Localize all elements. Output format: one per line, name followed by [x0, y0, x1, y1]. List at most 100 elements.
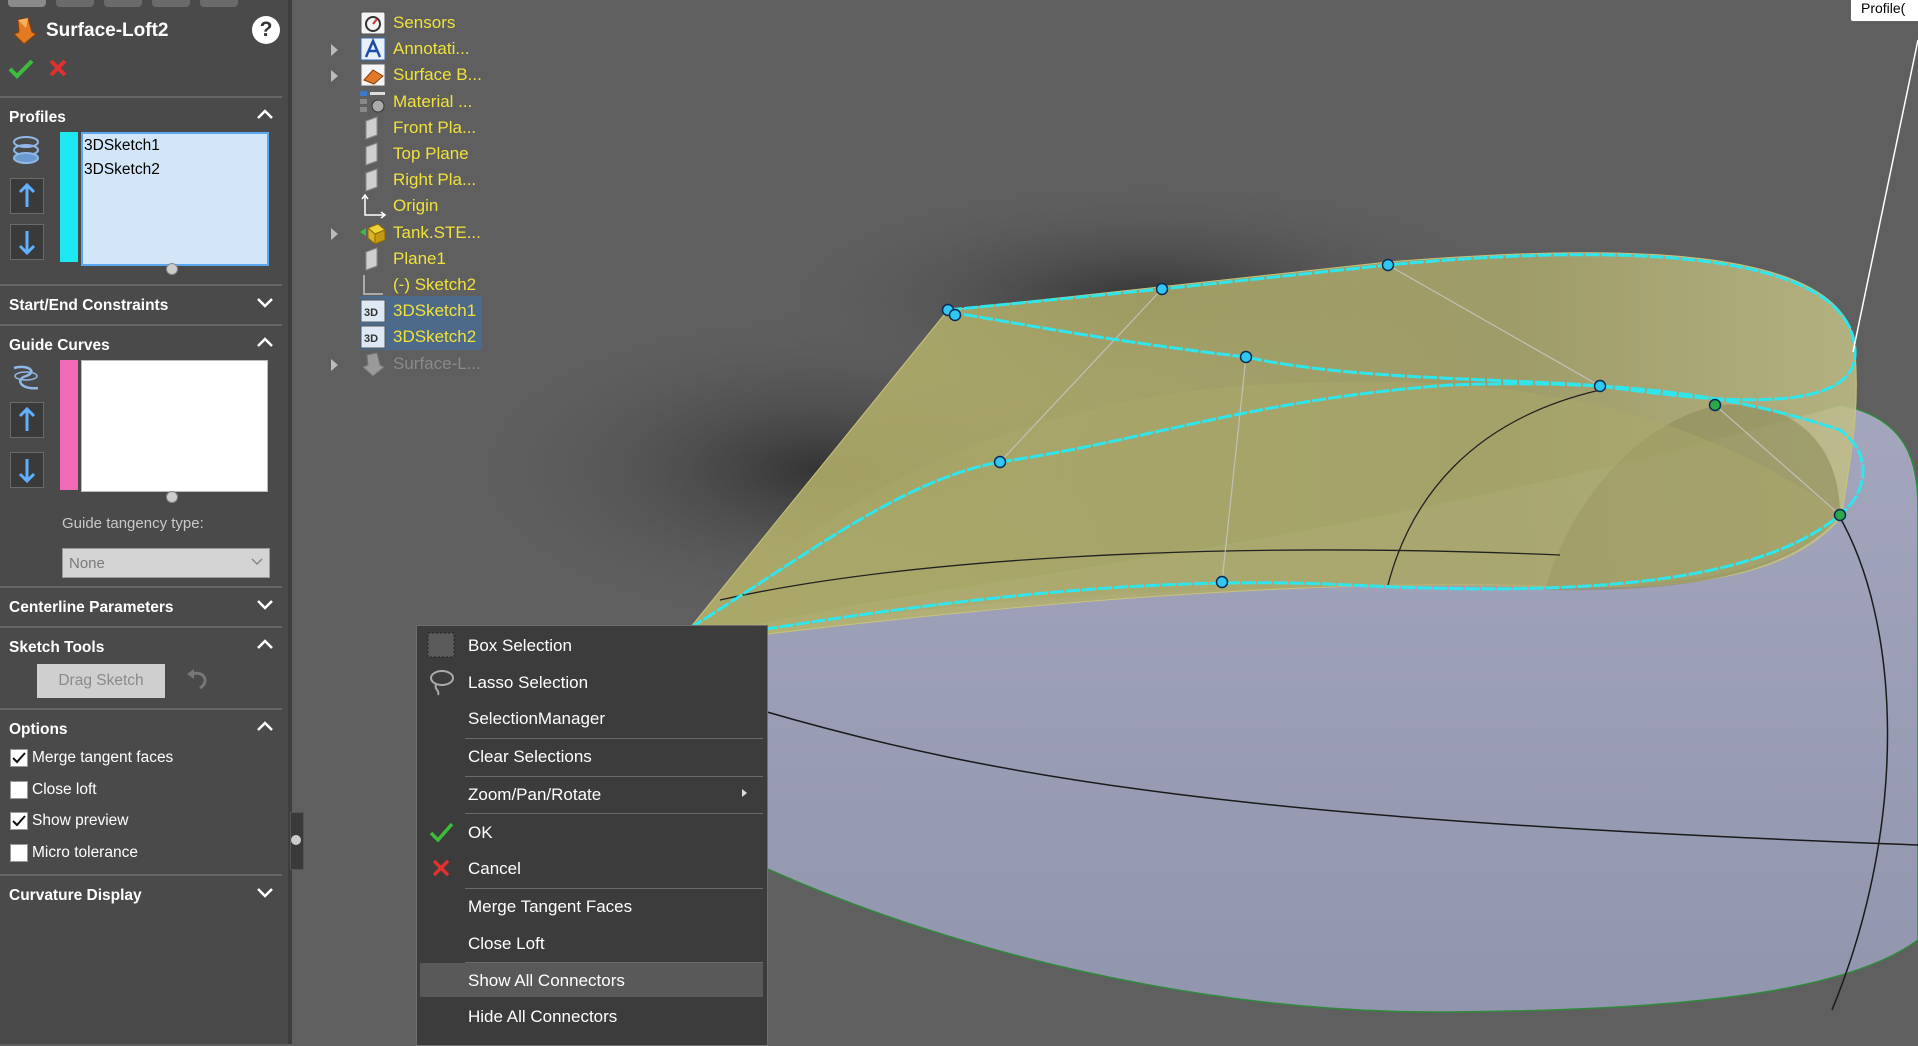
chevron-down-icon[interactable]: [256, 886, 274, 898]
check-icon: [426, 818, 456, 846]
cancel-button[interactable]: [48, 58, 68, 78]
menu-item[interactable]: Merge Tangent Faces: [420, 889, 763, 923]
menu-item[interactable]: Box Selection: [420, 628, 763, 662]
move-down-button[interactable]: [10, 224, 44, 260]
menu-item[interactable]: Close Loft: [420, 926, 763, 960]
tree-item-label: Plane1: [393, 248, 446, 268]
menu-item[interactable]: Cancel: [420, 851, 763, 885]
section-options[interactable]: Options: [0, 708, 282, 748]
arrow-down-icon: [18, 231, 36, 256]
guide-color-stripe: [60, 360, 78, 490]
section-centerline-label: Centerline Parameters: [9, 599, 174, 616]
sensors-icon: [359, 10, 387, 36]
move-up-button[interactable]: [10, 178, 44, 214]
menu-item-label: SelectionManager: [468, 709, 606, 728]
chevron-up-icon[interactable]: [256, 108, 274, 120]
section-start-end-constraints[interactable]: Start/End Constraints: [0, 284, 282, 324]
guide-curve-icon: [13, 365, 39, 390]
list-resize-handle[interactable]: [166, 263, 178, 275]
menu-item-label: Box Selection: [468, 636, 572, 655]
chevron-down-icon[interactable]: [256, 296, 274, 308]
surface-bodies-icon: [359, 62, 387, 88]
property-manager: Surface-Loft2 ? Profiles 3DSketch1 3DSke…: [0, 0, 288, 1044]
chevron-down-icon: [251, 558, 263, 566]
menu-item[interactable]: Show All Connectors: [420, 963, 763, 997]
option-row[interactable]: Micro tolerance: [10, 841, 250, 865]
chevron-down-icon[interactable]: [256, 598, 274, 610]
menu-item[interactable]: Zoom/Pan/Rotate: [420, 777, 763, 811]
chevron-up-icon[interactable]: [256, 720, 274, 732]
guide-tangency-select[interactable]: None: [62, 548, 270, 578]
guide-tangency-value: None: [69, 555, 105, 572]
chevron-up-icon[interactable]: [256, 336, 274, 348]
help-button[interactable]: ?: [252, 16, 280, 44]
option-row[interactable]: Close loft: [10, 778, 250, 802]
section-curvature-display[interactable]: Curvature Display: [0, 874, 282, 914]
pm-header: Surface-Loft2 ?: [8, 14, 280, 50]
menu-item[interactable]: SelectionManager: [420, 701, 763, 735]
option-checkbox[interactable]: [10, 780, 28, 799]
3dsketch-icon: 3D: [359, 298, 387, 324]
ok-button[interactable]: [8, 58, 34, 80]
annotations-icon: [359, 36, 387, 62]
imported-part-icon: [359, 220, 387, 246]
tree-expand-arrow[interactable]: [331, 227, 338, 240]
material-icon: [359, 89, 387, 115]
arrow-up-icon: [18, 406, 36, 431]
menu-item[interactable]: OK: [420, 815, 763, 849]
option-checkbox[interactable]: [10, 812, 28, 831]
guide-move-down-button[interactable]: [10, 452, 44, 488]
section-centerline-parameters[interactable]: Centerline Parameters: [0, 586, 282, 626]
splitter-handle[interactable]: [290, 812, 304, 870]
section-profiles[interactable]: Profiles: [0, 96, 282, 136]
section-sketch-tools[interactable]: Sketch Tools: [0, 626, 282, 666]
ok-cancel-row: [8, 54, 78, 84]
panel-splitter[interactable]: [288, 0, 292, 1044]
3dsketch-icon: 3D: [359, 324, 387, 350]
manager-tabs[interactable]: [0, 0, 288, 8]
menu-item-label: Hide All Connectors: [468, 1007, 618, 1026]
menu-separator: [465, 813, 763, 814]
plane-icon: [359, 141, 387, 167]
tree-expand-arrow[interactable]: [331, 70, 338, 83]
profile-callout[interactable]: Profile(: [1850, 0, 1918, 22]
profile-item[interactable]: 3DSketch1: [84, 137, 160, 155]
option-checkbox[interactable]: [10, 844, 28, 863]
section-guide-curves[interactable]: Guide Curves: [0, 324, 282, 364]
chevron-up-icon[interactable]: [256, 638, 274, 650]
surface-loft-icon: [13, 17, 37, 45]
tree-item[interactable]: Surface-L...: [359, 349, 499, 379]
profile-item[interactable]: 3DSketch2: [84, 161, 160, 179]
option-row[interactable]: Merge tangent faces: [10, 746, 250, 770]
section-options-label: Options: [9, 721, 68, 738]
callout-leader: [1852, 39, 1918, 353]
drag-sketch-button[interactable]: Drag Sketch: [37, 664, 165, 698]
menu-item[interactable]: Hide All Connectors: [420, 999, 763, 1033]
option-row[interactable]: Show preview: [10, 809, 250, 833]
svg-text:3D: 3D: [364, 307, 378, 319]
menu-item[interactable]: Clear Selections: [420, 739, 763, 773]
guide-move-up-button[interactable]: [10, 402, 44, 438]
section-curvature-label: Curvature Display: [9, 887, 142, 904]
section-sketch-tools-label: Sketch Tools: [9, 639, 105, 656]
section-guide-curves-label: Guide Curves: [9, 337, 110, 354]
tree-expand-arrow[interactable]: [331, 44, 338, 57]
undo-icon[interactable]: [184, 668, 212, 694]
submenu-arrow-icon: [742, 789, 747, 797]
lasso-selection-icon: [426, 668, 456, 696]
cross-icon: [426, 854, 456, 882]
tree-item-label: Material ...: [393, 91, 473, 111]
origin-icon: [359, 193, 387, 219]
menu-item-label: Cancel: [468, 859, 521, 878]
tree-item-label: Top Plane: [393, 144, 469, 163]
plane-icon: [359, 246, 387, 272]
guide-list-resize-handle[interactable]: [166, 491, 178, 503]
menu-item-label: Close Loft: [468, 934, 545, 953]
menu-item[interactable]: Lasso Selection: [420, 665, 763, 699]
guide-curves-list[interactable]: [81, 360, 268, 492]
tree-expand-arrow[interactable]: [331, 358, 338, 371]
tree-item-label: Right Pla...: [393, 170, 477, 190]
guide-tangency-label: Guide tangency type:: [62, 515, 204, 532]
option-label: Show preview: [32, 812, 129, 830]
option-checkbox[interactable]: [10, 749, 28, 767]
